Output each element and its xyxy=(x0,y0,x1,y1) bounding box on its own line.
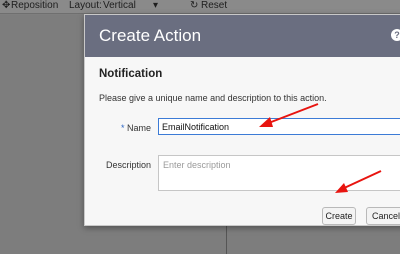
reposition-button[interactable]: Reposition xyxy=(11,0,58,12)
layout-label: Layout: xyxy=(69,0,102,11)
section-title: Notification xyxy=(99,68,163,80)
background-connector-line xyxy=(226,226,227,254)
reset-icon: ↻ xyxy=(190,0,199,11)
dialog-title: Create Action xyxy=(99,26,202,45)
reset-button[interactable]: Reset xyxy=(201,0,227,12)
required-marker: * xyxy=(120,123,125,133)
dialog-instructions: Please give a unique name and descriptio… xyxy=(99,93,327,103)
name-label-text: Name xyxy=(126,123,151,133)
create-button[interactable]: Create xyxy=(322,207,356,225)
layout-select[interactable]: Vertical xyxy=(103,0,136,12)
name-input[interactable] xyxy=(158,118,400,135)
help-icon[interactable]: ? xyxy=(391,29,400,41)
cancel-button[interactable]: Cancel xyxy=(366,207,400,225)
name-label: * Name xyxy=(105,123,151,133)
layout-chevron-down-icon[interactable]: ▾ xyxy=(153,0,158,12)
background-toolbar: ✥ Reposition Layout: Vertical ▾ ↻ Reset xyxy=(0,0,400,14)
dialog-header: Create Action ? xyxy=(85,15,400,57)
reposition-icon: ✥ xyxy=(2,0,11,11)
description-label: Description xyxy=(105,160,151,170)
description-textarea[interactable] xyxy=(158,155,400,191)
create-action-dialog: Create Action ? Notification Please give… xyxy=(84,14,400,226)
